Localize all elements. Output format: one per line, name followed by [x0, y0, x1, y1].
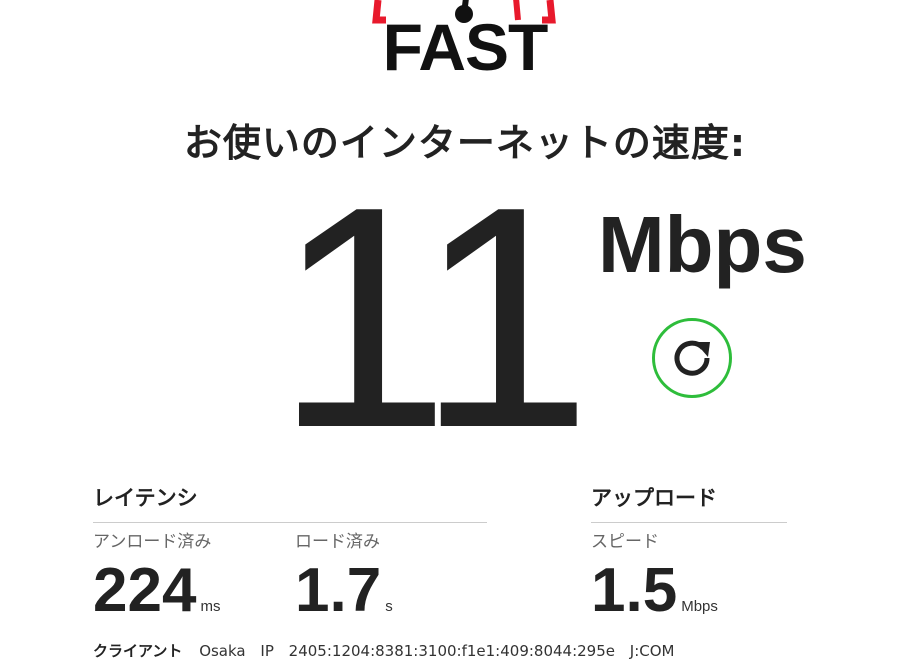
unloaded-latency-value: 224: [93, 556, 197, 625]
unloaded-latency-unit: ms: [200, 598, 221, 615]
fast-logo: FAST: [366, 0, 562, 92]
loaded-latency-value: 1.7: [295, 556, 382, 625]
loaded-latency-metric: 1.7 s: [295, 560, 393, 622]
loaded-latency-unit: s: [385, 598, 393, 615]
client-ip: 2405:1204:8381:3100:f1e1:409:8044:295e: [288, 642, 616, 660]
speed-units: Mbps: [598, 200, 807, 289]
logo-text: FAST: [382, 10, 549, 84]
unloaded-latency-metric: 224 ms: [93, 560, 220, 622]
upload-speed-label: スピード: [591, 532, 659, 552]
upload-speed-unit: Mbps: [681, 598, 718, 615]
speed-value: 11: [275, 141, 592, 493]
upload-speed-metric: 1.5 Mbps: [591, 560, 718, 622]
refresh-icon: [674, 340, 710, 376]
upload-speed-value: 1.5: [591, 556, 678, 625]
upload-title: アップロード: [591, 482, 787, 523]
loaded-latency-label: ロード済み: [295, 532, 380, 552]
client-city: Osaka: [199, 642, 246, 660]
refresh-button[interactable]: [652, 318, 732, 398]
client-ip-label: IP: [260, 642, 274, 660]
client-label: クライアント: [93, 642, 183, 660]
latency-title: レイテンシ: [93, 482, 487, 523]
client-isp: J:COM: [629, 642, 675, 660]
unloaded-latency-label: アンロード済み: [93, 532, 212, 552]
